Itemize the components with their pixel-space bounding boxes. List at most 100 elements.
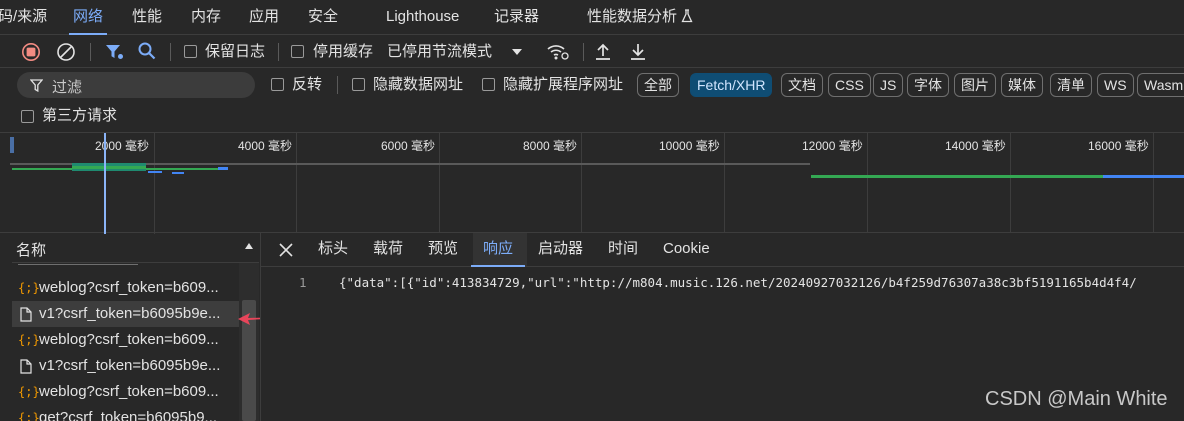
request-row[interactable]: {;} weblog?csrf_token=b609... — [12, 275, 239, 301]
request-list-header[interactable]: 名称 — [12, 233, 259, 263]
chevron-down-icon[interactable] — [511, 47, 523, 57]
filter-icon[interactable] — [104, 42, 124, 62]
xhr-icon: {;} — [18, 385, 40, 399]
hide-data-urls-checkbox[interactable] — [352, 78, 365, 91]
name-column-header: 名称 — [16, 242, 47, 259]
waterfall-bar — [1103, 175, 1184, 178]
line-number: 1 — [299, 275, 307, 290]
tab-response[interactable]: 响应 — [470, 233, 526, 267]
waterfall-bar — [218, 167, 228, 170]
record-stop-icon[interactable] — [21, 42, 41, 62]
hide-extension-urls-label: 隐藏扩展程序网址 — [503, 76, 624, 93]
partial-row — [12, 263, 239, 273]
third-party-label: 第三方请求 — [42, 107, 118, 124]
timeline-overview[interactable]: 2000 毫秒 4000 毫秒 6000 毫秒 8000 毫秒 10000 毫秒… — [0, 132, 1184, 234]
search-icon[interactable] — [137, 41, 157, 61]
tab-payload[interactable]: 载荷 — [373, 233, 403, 266]
tab-performance[interactable]: 性能 — [132, 0, 162, 34]
chip-fetch-xhr[interactable]: Fetch/XHR — [690, 73, 773, 97]
hide-data-urls-label: 隐藏数据网址 — [373, 76, 464, 93]
toolbar-divider — [278, 43, 279, 61]
request-name: weblog?csrf_token=b609... — [39, 331, 219, 348]
request-name: weblog?csrf_token=b609... — [39, 383, 219, 400]
main-tab-bar: 码/来源 网络 性能 内存 应用 安全 Lighthouse 记录器 性能数据分… — [0, 0, 1184, 35]
request-name: v1?csrf_token=b6095b9e... — [39, 357, 221, 374]
disable-cache-label: 停用缓存 — [313, 43, 374, 60]
tab-memory[interactable]: 内存 — [191, 0, 221, 34]
chip-all[interactable]: 全部 — [637, 73, 679, 97]
request-name: v1?csrf_token=b6095b9e... — [39, 305, 221, 322]
watermark: CSDN @Main White — [985, 388, 1168, 410]
request-name: weblog?csrf_token=b609... — [39, 279, 219, 296]
waterfall-bar — [12, 168, 74, 170]
flask-icon — [681, 9, 693, 23]
request-name: get?csrf_token=b6095b9... — [39, 409, 218, 421]
filter-placeholder: 过滤 — [52, 79, 83, 96]
request-row[interactable]: v1?csrf_token=b6095b9e... — [12, 301, 239, 327]
close-icon[interactable] — [279, 243, 293, 257]
toolbar-divider — [170, 43, 171, 61]
chip-manifest[interactable]: 清单 — [1050, 73, 1092, 97]
chip-js[interactable]: JS — [873, 73, 904, 97]
tab-security[interactable]: 安全 — [308, 0, 338, 34]
document-icon — [20, 307, 32, 322]
third-party-checkbox[interactable] — [21, 110, 34, 123]
invert-checkbox[interactable] — [271, 78, 284, 91]
xhr-icon: {;} — [18, 333, 40, 347]
invert-label: 反转 — [292, 76, 323, 93]
toolbar-divider — [583, 43, 584, 61]
tab-application[interactable]: 应用 — [249, 0, 279, 34]
toolbar-divider — [337, 76, 338, 94]
request-row[interactable]: {;} weblog?csrf_token=b609... — [12, 327, 239, 353]
tab-timing[interactable]: 时间 — [608, 233, 638, 266]
download-icon[interactable] — [629, 42, 647, 62]
waterfall-bar — [146, 168, 226, 170]
waterfall-bar — [148, 171, 162, 173]
tab-performance-insights-label: 性能数据分析 — [587, 8, 678, 25]
chip-ws[interactable]: WS — [1097, 73, 1134, 97]
hide-extension-urls-checkbox[interactable] — [482, 78, 495, 91]
tab-lighthouse[interactable]: Lighthouse — [386, 0, 459, 34]
chip-img[interactable]: 图片 — [954, 73, 996, 97]
partial-row-fragment — [18, 263, 138, 265]
waterfall-bar — [72, 166, 146, 169]
upload-icon[interactable] — [594, 42, 612, 62]
waterfall-bar — [172, 172, 184, 174]
detail-tab-bar: 标头 载荷 预览 响应 启动器 时间 Cookie — [261, 233, 1184, 267]
toolbar-divider — [90, 43, 91, 61]
request-row[interactable]: v1?csrf_token=b6095b9e... — [12, 353, 239, 379]
tab-preview[interactable]: 预览 — [428, 233, 458, 266]
timeline-left-handle — [10, 137, 14, 153]
waterfall-bar — [811, 175, 1103, 178]
network-toolbar — [0, 35, 1184, 68]
xhr-icon: {;} — [18, 281, 40, 295]
chip-doc[interactable]: 文档 — [781, 73, 823, 97]
chip-wasm[interactable]: Wasm — [1137, 73, 1184, 97]
chip-font[interactable]: 字体 — [907, 73, 949, 97]
sort-ascending-icon[interactable] — [244, 242, 254, 250]
tab-recorder[interactable]: 记录器 — [494, 0, 539, 34]
filter-input[interactable]: 过滤 — [17, 72, 255, 98]
chip-css[interactable]: CSS — [828, 73, 871, 97]
tab-initiator[interactable]: 启动器 — [538, 233, 583, 266]
tab-headers[interactable]: 标头 — [318, 233, 348, 266]
filter-icon — [30, 79, 43, 92]
document-icon — [20, 359, 32, 374]
request-row[interactable]: {;} weblog?csrf_token=b609... — [12, 379, 239, 405]
tab-performance-insights[interactable]: 性能数据分析 — [587, 0, 693, 34]
request-row[interactable]: {;} get?csrf_token=b6095b9... — [12, 405, 239, 421]
xhr-icon: {;} — [18, 411, 40, 421]
response-body[interactable]: {"data":[{"id":413834729,"url":"http://m… — [339, 275, 1137, 290]
tab-sources[interactable]: 码/来源 — [0, 0, 47, 34]
timeline-cursor — [104, 133, 106, 234]
preserve-log-label: 保留日志 — [205, 43, 266, 60]
tab-network[interactable]: 网络 — [68, 0, 108, 35]
preserve-log-checkbox[interactable] — [184, 45, 197, 58]
network-conditions-icon[interactable] — [546, 41, 570, 61]
clear-icon[interactable] — [56, 42, 76, 62]
throttling-select[interactable]: 已停用节流模式 — [387, 43, 492, 61]
tab-cookies[interactable]: Cookie — [663, 233, 710, 266]
chip-media[interactable]: 媒体 — [1001, 73, 1043, 97]
disable-cache-checkbox[interactable] — [291, 45, 304, 58]
waterfall-overview — [10, 133, 1184, 234]
